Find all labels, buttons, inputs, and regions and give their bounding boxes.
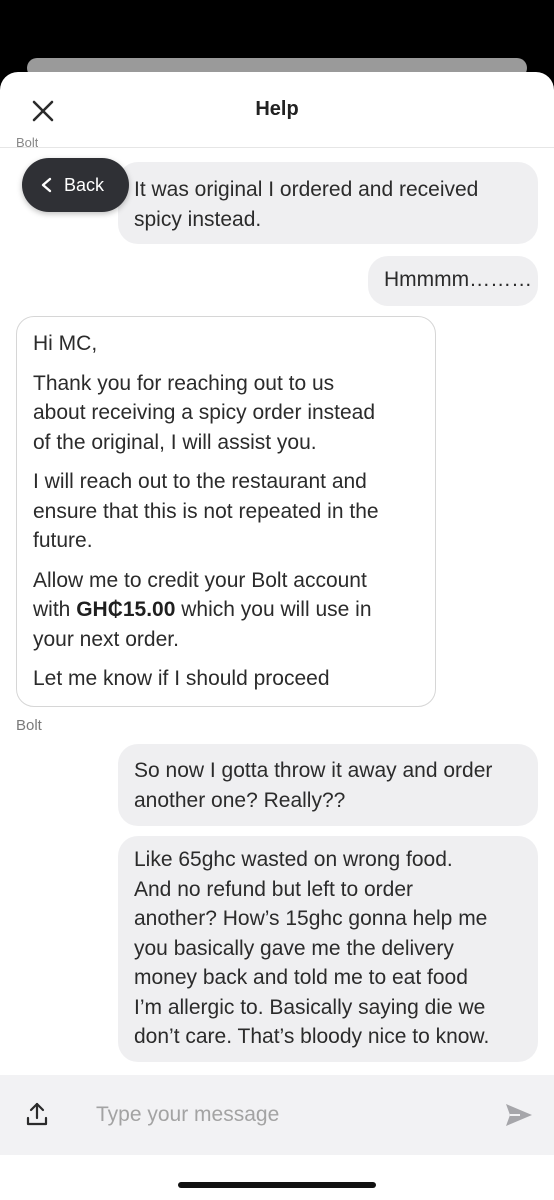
message-line: I will reach out to the restaurant and [33,470,367,493]
sender-label: Bolt [16,717,42,734]
user-message: Like 65ghc wasted on wrong food. And no … [118,836,538,1062]
message-line: Like 65ghc wasted on wrong food. [134,848,453,871]
bot-message: Hi MC, Thank you for reaching out to us … [16,316,436,707]
user-message: It was original I ordered and received s… [118,162,538,244]
message-line: about receiving a spicy order instead [33,401,376,424]
message-line: It was original I ordered and received [134,178,479,201]
message-line: don’t care. That’s bloody nice to know. [134,1025,490,1048]
user-message: So now I gotta throw it away and order a… [118,744,538,826]
message-text: which you will use in [175,598,372,621]
message-text: with [33,598,77,621]
message-line: spicy instead. [134,207,262,231]
message-composer [0,1075,554,1155]
user-message: Hmmmm……… [368,256,538,306]
message-line: of the original, I will assist you. [33,430,317,454]
message-line: So now I gotta throw it away and order [134,759,493,782]
message-line: Allow me to credit your Bolt account [33,568,367,592]
upload-icon[interactable] [26,1101,48,1127]
home-indicator[interactable] [178,1182,376,1188]
message-line: future. [33,529,93,552]
message-line: another one? Really?? [134,788,346,812]
bot-paragraph: Allow me to credit your Bolt account wit… [33,566,419,655]
bot-greeting: Hi MC, [33,332,98,355]
back-button[interactable]: Back [22,158,129,212]
send-icon[interactable] [504,1101,534,1129]
message-line: another? How’s 15ghc gonna help me [134,907,488,930]
message-line: And no refund but left to order [134,877,414,901]
bot-paragraph: Thank you for reaching out to us about r… [33,369,419,458]
message-line: Thank you for reaching out to us [33,371,335,395]
message-line: your next order. [33,627,179,651]
message-input[interactable] [84,1093,464,1137]
message-line: ensure that this is not repeated in the [33,499,379,523]
page-title: Help [255,98,299,120]
message-line: I’m allergic to. Basically saying die we [134,995,486,1019]
sender-label-cropped: Bolt [16,137,39,148]
message-line: you basically gave me the delivery [134,936,454,960]
back-button-label: Back [64,174,105,195]
header: Help [0,72,554,148]
credit-amount: GH₵15.00 [76,598,176,621]
bot-paragraph: Let me know if I should proceed [33,667,330,690]
bot-paragraph: I will reach out to the restaurant and e… [33,467,419,556]
help-sheet: Help Bolt Back It was original I ordered… [0,72,554,1200]
message-line: money back and told me to eat food [134,966,468,989]
chevron-left-icon [41,177,52,193]
